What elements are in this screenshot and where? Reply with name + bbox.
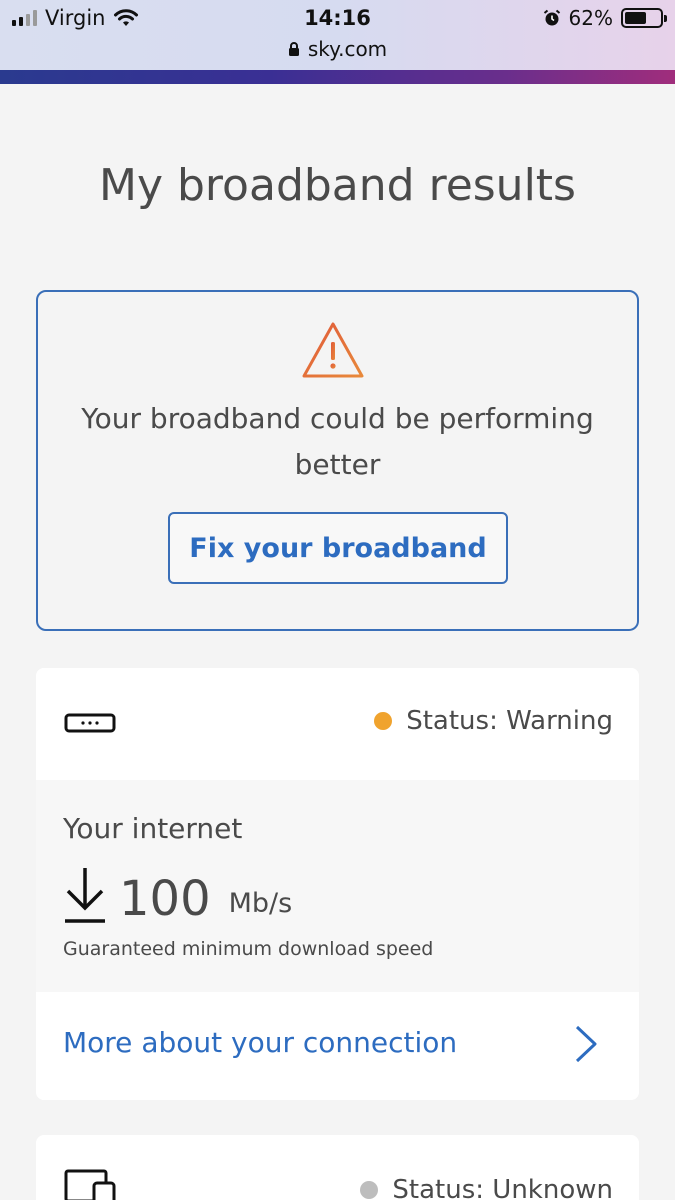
status-bar: Virgin 14:16 sky.com 62% [0, 0, 675, 70]
devices-status-card[interactable]: Status: Unknown [36, 1135, 639, 1200]
alarm-clock-icon [543, 9, 560, 26]
router-icon [64, 713, 116, 733]
address-bar[interactable]: sky.com [0, 37, 675, 61]
status-unknown-dot [360, 1181, 379, 1199]
fix-broadband-button[interactable]: Fix your broadband [168, 512, 508, 584]
alert-message: Your broadband could be performing bette… [81, 402, 594, 481]
devices-status-text: Status: Unknown [392, 1175, 613, 1200]
speed-unit: Mb/s [228, 888, 293, 919]
brand-gradient-bar [0, 70, 675, 84]
status-warning-dot [374, 712, 393, 730]
internet-card-header: Status: Warning [36, 668, 639, 780]
internet-speed-section: Your internet 100 Mb/s Guaranteed minimu… [36, 780, 639, 992]
download-arrow-icon [65, 868, 105, 923]
chevron-right-icon [575, 1025, 597, 1063]
battery-percent: 62% [568, 6, 613, 30]
more-about-connection-link[interactable]: More about your connection [36, 992, 639, 1100]
url-text: sky.com [307, 37, 388, 61]
system-indicators: 62% [543, 6, 667, 30]
more-link-label: More about your connection [63, 1026, 458, 1059]
internet-status-text: Status: Warning [406, 706, 613, 736]
lock-icon [288, 42, 299, 56]
internet-label: Your internet [63, 812, 243, 845]
devices-icon [64, 1169, 116, 1200]
warning-icon [302, 322, 364, 378]
speed-value: 100 [119, 871, 211, 927]
internet-status-card: Status: Warning Your internet 100 Mb/s G… [36, 668, 639, 1100]
internet-status: Status: Warning [374, 706, 613, 736]
speed-note: Guaranteed minimum download speed [63, 938, 434, 960]
speed-readout: 100 Mb/s [63, 866, 292, 924]
devices-status: Status: Unknown [360, 1175, 613, 1200]
page-title: My broadband results [99, 160, 576, 211]
performance-alert-card: Your broadband could be performing bette… [36, 290, 639, 631]
battery-icon [621, 8, 667, 28]
